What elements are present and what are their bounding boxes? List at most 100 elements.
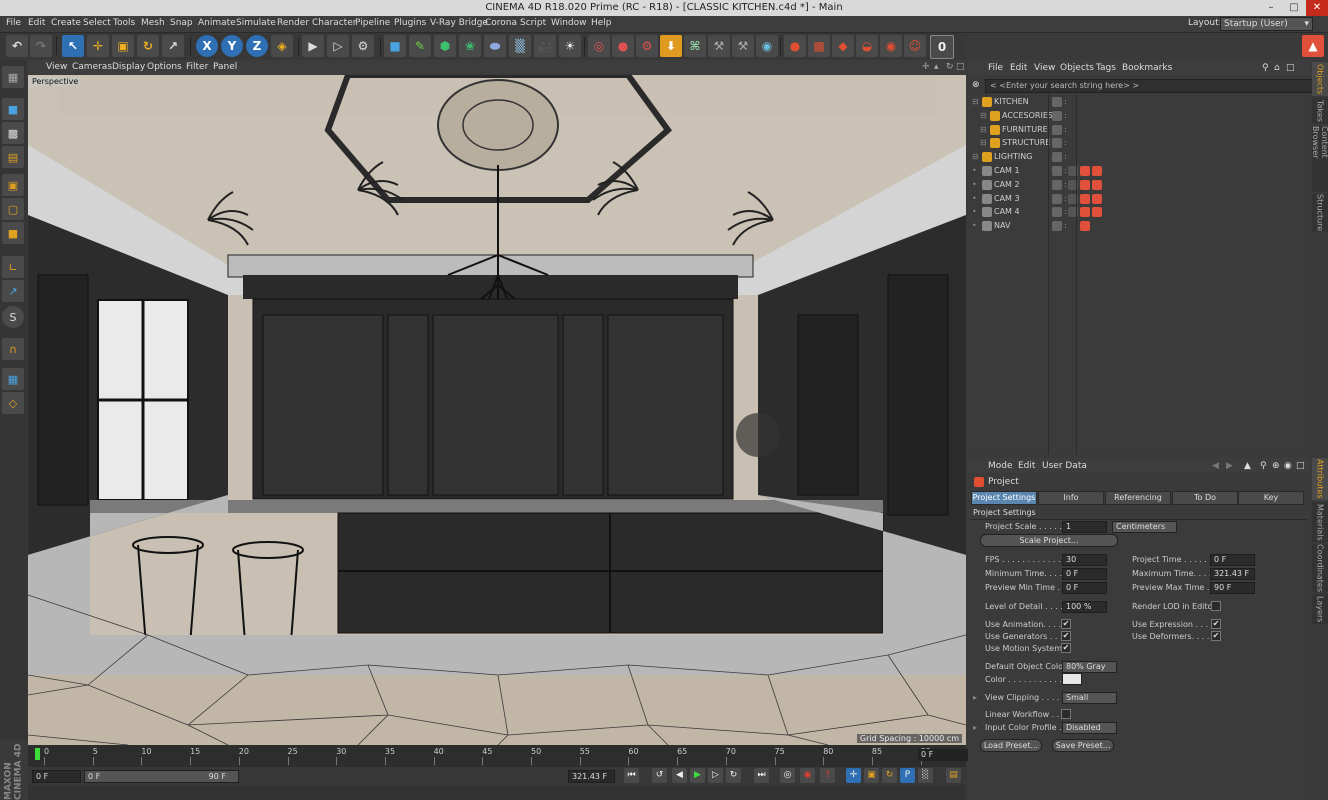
deformer-icon[interactable]: ⬬ [484,35,506,57]
am-menu-user-data[interactable]: User Data [1042,461,1087,471]
menu-corona[interactable]: Corona [485,18,517,28]
tab-attributes[interactable]: Attributes [1312,458,1328,500]
tab-referencing[interactable]: Referencing [1105,491,1171,505]
load-preset-button[interactable]: Load Preset... [980,739,1042,752]
timeline-ruler[interactable]: 051015202530354045505560657075808590 [28,745,966,767]
menu-plugins[interactable]: Plugins [394,18,426,28]
tab-takes[interactable]: Takes [1312,98,1328,124]
menu-render[interactable]: Render [277,18,309,28]
om-collapse-icon[interactable]: □ [1286,63,1295,73]
layer-visibility-icon[interactable] [1052,124,1062,135]
am-up-icon[interactable]: ▲ [1244,461,1251,471]
vray-material-icon[interactable]: ● [612,35,634,57]
visibility-dots-icon[interactable]: : [1064,207,1067,216]
viewport-move-icon[interactable]: ✛ [922,62,930,72]
use-deformers-checkbox[interactable]: ✔ [1211,631,1221,641]
view-clipping-dropdown[interactable]: Small [1062,692,1117,704]
menu-snap[interactable]: Snap [170,18,193,28]
linear-workflow-checkbox[interactable] [1061,709,1071,719]
pen-icon[interactable]: ✎ [409,35,431,57]
visibility-dots-icon[interactable]: : [1064,221,1067,230]
visibility-dots-icon[interactable]: : [1064,152,1067,161]
snap-icon[interactable]: S [2,306,24,328]
preview-max-field[interactable]: 90 F [1210,582,1255,594]
use-expression-checkbox[interactable]: ✔ [1211,619,1221,629]
maximize-icon[interactable]: □ [1283,0,1305,16]
timeline-end-frame[interactable]: 0 F [918,749,969,761]
current-frame-field[interactable]: 0 F [32,770,81,783]
am-collapse-icon[interactable]: □ [1296,461,1305,471]
preview-range-slider[interactable]: 0 F 90 F [84,770,239,783]
floor-icon[interactable]: ▒ [509,35,531,57]
polygons-mode-icon[interactable]: ■ [2,222,24,244]
redo-icon[interactable]: ↷ [30,35,52,57]
corona-material-icon[interactable]: ◆ [832,35,854,57]
vray-proxy-icon[interactable]: ⌘ [684,35,706,57]
am-new-icon[interactable]: ◉ [1284,461,1292,471]
perspective-viewport[interactable]: Perspective Grid Spacing : 10000 cm [28,75,966,745]
menu-create[interactable]: Create [51,18,81,28]
object-row[interactable]: • CAM 3: [968,193,1310,206]
layer-visibility-icon[interactable] [1052,166,1062,176]
render-settings-icon[interactable]: ⚙ [352,35,374,57]
visibility-dots-icon[interactable]: : [1064,166,1067,175]
tweak-mode-icon[interactable]: ↗ [2,280,24,302]
viewport-menu-display[interactable]: Display [112,62,145,72]
menu-simulate[interactable]: Simulate [236,18,276,28]
project-scale-unit-dropdown[interactable]: Centimeters [1112,521,1177,533]
texture-mode-icon[interactable]: ▩ [2,122,24,144]
visibility-dots-icon[interactable]: : [1064,97,1067,106]
layer-visibility-icon[interactable] [1052,221,1062,232]
scale-project-button[interactable]: Scale Project... [980,534,1118,547]
camera-tag-icon[interactable] [1092,207,1102,218]
minimize-icon[interactable]: – [1260,0,1282,16]
axis-mode-icon[interactable]: ∟ [2,256,24,278]
render-picture-viewer-icon[interactable]: ▷ [327,35,349,57]
viewport-camera-label[interactable]: Perspective [29,77,82,86]
layer-visibility-icon[interactable] [1052,179,1062,190]
camera-tag-icon[interactable] [1092,179,1102,190]
close-icon[interactable]: ✕ [1306,0,1328,16]
playhead-marker[interactable] [35,748,40,760]
om-menu-bookmarks[interactable]: Bookmarks [1122,63,1172,73]
minimum-time-field[interactable]: 0 F [1062,568,1107,580]
object-row[interactable]: • NAV: [968,220,1310,233]
om-close-search-icon[interactable]: ⊗ [972,80,980,90]
model-mode-icon[interactable]: ■ [2,98,24,120]
use-generators-checkbox[interactable]: ✔ [1061,631,1071,641]
menu-pipeline[interactable]: Pipeline [355,18,390,28]
play-icon[interactable]: ▶ [690,768,705,783]
tab-project-settings[interactable]: Project Settings [971,491,1037,505]
menu-window[interactable]: Window [551,18,587,28]
menu-help[interactable]: Help [591,18,612,28]
recent-tool-icon[interactable]: ↗ [162,35,184,57]
y-axis-button[interactable]: Y [221,35,243,57]
go-to-start-icon[interactable]: ⏮ [624,768,639,783]
lock-workplane-icon[interactable]: ▦ [2,368,24,390]
previous-key-icon[interactable]: ↺ [652,768,667,783]
project-scale-field[interactable]: 1 [1062,521,1107,533]
tab-content-browser[interactable]: Content Browser [1311,126,1328,192]
om-search-icon[interactable]: ⚲ [1262,63,1269,73]
viewport-menu-filter[interactable]: Filter [186,62,208,72]
level-of-detail-field[interactable]: 100 % [1062,601,1107,613]
tab-layers[interactable]: Layers [1312,594,1328,624]
counter-button[interactable]: 0 [930,35,954,59]
vray-ipr-icon[interactable]: ⬇ [660,35,682,57]
points-mode-icon[interactable]: ▣ [2,174,24,196]
visibility-dots-icon[interactable]: : [1064,138,1067,147]
om-menu-file[interactable]: File [988,63,1003,73]
object-row[interactable]: • CAM 1: [968,165,1310,178]
expand-icon[interactable]: • [972,180,977,189]
object-row[interactable]: ⊟ ACCESORIES: [968,110,1310,123]
tab-materials[interactable]: Materials [1312,502,1328,542]
preview-min-field[interactable]: 0 F [1062,582,1107,594]
input-color-profile-dropdown[interactable]: Disabled [1062,722,1117,734]
expand-icon[interactable]: ⊟ [980,138,987,147]
previous-frame-icon[interactable]: ◀ [672,768,687,783]
layer-visibility-icon[interactable] [1052,110,1062,121]
camera-tag-icon[interactable] [1092,193,1102,204]
rotate-icon[interactable]: ↻ [137,35,159,57]
corona-light-icon[interactable]: ◉ [880,35,902,57]
viewport-menu-cameras[interactable]: Cameras [72,62,112,72]
